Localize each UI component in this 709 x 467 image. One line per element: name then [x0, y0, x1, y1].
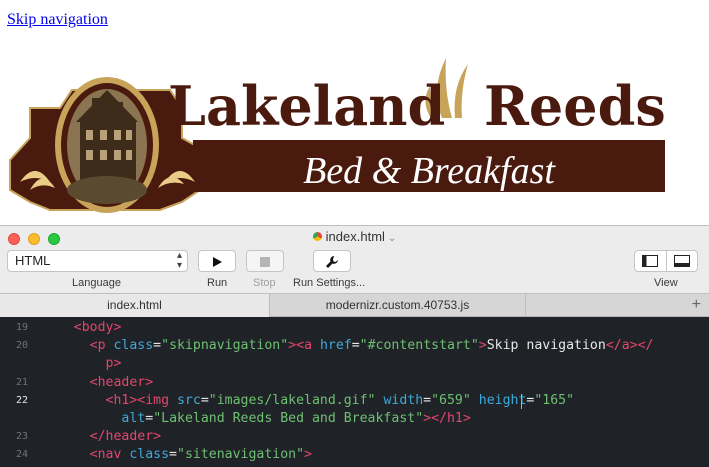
- code-token: =: [153, 338, 162, 354]
- code-line: </header>: [42, 429, 161, 444]
- code-token: class: [113, 338, 154, 354]
- window-title[interactable]: index.html ⌄: [0, 229, 709, 244]
- code-token: "165": [534, 392, 575, 408]
- code-token: class: [129, 447, 170, 463]
- tab-modernizr-js[interactable]: modernizr.custom.40753.js: [270, 294, 526, 317]
- line-number: 22: [15, 394, 28, 406]
- code-token: ></h1>: [423, 411, 471, 426]
- tab-index-html[interactable]: index.html: [0, 294, 270, 317]
- language-select-value: HTML: [15, 253, 51, 268]
- stop-icon: [260, 256, 270, 267]
- view-label: View: [654, 277, 678, 289]
- skip-navigation-link[interactable]: Skip navigation: [7, 11, 108, 29]
- stop-button[interactable]: [246, 250, 284, 272]
- code-token: height: [478, 392, 527, 408]
- code-token: =: [169, 447, 177, 463]
- line-number-gutter: 19 20 21 22 23 24: [0, 317, 42, 467]
- html-file-icon: [312, 232, 322, 242]
- code-line: <h1><img src="images/lakeland.gif" width…: [42, 392, 575, 408]
- run-button[interactable]: [198, 250, 236, 272]
- stop-label: Stop: [253, 277, 276, 289]
- tab-bar: index.html modernizr.custom.40753.js +: [0, 293, 709, 317]
- code-line: alt="Lakeland Reeds Bed and Breakfast"><…: [42, 411, 471, 426]
- code-token: alt: [121, 411, 146, 426]
- sidebar-icon: [642, 255, 659, 267]
- toggle-sidebar-button[interactable]: [635, 251, 666, 271]
- code-token: =: [200, 392, 209, 408]
- window-title-text: index.html: [325, 229, 385, 244]
- code-token: width: [383, 392, 424, 408]
- line-number: 24: [15, 449, 28, 461]
- view-toggle-group: [634, 250, 698, 272]
- code-area[interactable]: 19 20 21 22 23 24 <body> <p class="skipnaviga…: [0, 317, 709, 467]
- code-line: <body>: [42, 320, 122, 335]
- code-token: <p: [42, 338, 114, 354]
- code-token: =: [423, 392, 432, 408]
- line-number: 21: [15, 376, 28, 388]
- code-token: >: [288, 338, 297, 354]
- updown-chevron-icon: ▴ ▾: [176, 250, 182, 271]
- code-token: <h1><img: [42, 392, 177, 408]
- lakeland-reeds-logo: Lakeland Reeds Bed & Breakfast: [9, 58, 666, 213]
- line-number: 20: [15, 340, 28, 352]
- chevron-down-icon: ⌄: [387, 233, 397, 244]
- code-token: <a: [296, 338, 320, 354]
- code-editor-window: index.html ⌄ HTML ▴ ▾ Language Run Stop Ru…: [0, 225, 709, 467]
- toggle-console-button[interactable]: [665, 251, 698, 271]
- code-line: <p class="skipnavigation"><a href="#cont…: [42, 338, 654, 354]
- language-select[interactable]: HTML ▴ ▾: [7, 250, 188, 272]
- code-token: </a></: [605, 338, 654, 354]
- logo-name-right: Reeds: [484, 74, 666, 138]
- line-number: 23: [15, 431, 28, 443]
- run-label: Run: [207, 277, 228, 289]
- code-token: <header>: [42, 374, 154, 390]
- add-tab-button[interactable]: +: [692, 294, 701, 316]
- code-token: p>: [42, 356, 122, 372]
- code-token: src: [176, 392, 201, 408]
- language-label: Language: [72, 277, 121, 289]
- logo-tagline: Bed & Breakfast: [303, 150, 556, 192]
- code-token: >: [304, 447, 312, 463]
- code-token: "images/lakeland.gif": [208, 392, 376, 408]
- code-line: p>: [42, 356, 122, 372]
- code-line: <nav class="sitenavigation">: [42, 447, 312, 462]
- logo-name-left: Lakeland: [168, 74, 445, 138]
- code-token: =: [145, 411, 154, 426]
- code-token: "659": [431, 392, 471, 408]
- code-token: </header>: [42, 429, 162, 445]
- code-token: <body>: [42, 320, 122, 335]
- code-token: Skip navigation: [486, 338, 606, 354]
- run-settings-button[interactable]: [313, 250, 351, 272]
- play-icon: [213, 256, 222, 267]
- code-token: "sitenavigation": [177, 447, 305, 463]
- code-token: href: [319, 338, 352, 354]
- code-line: <header>: [42, 374, 154, 390]
- code-token: "#contentstart": [359, 338, 479, 354]
- wrench-icon: [326, 255, 338, 268]
- run-settings-label: Run Settings...: [293, 277, 366, 289]
- bottom-panel-icon: [673, 255, 690, 267]
- code-token: >: [478, 338, 487, 354]
- code-token: <nav: [42, 447, 130, 463]
- code-token: =: [351, 338, 360, 354]
- line-number: 19: [15, 322, 28, 333]
- code-token: "skipnavigation": [161, 338, 289, 354]
- code-token: "Lakeland Reeds Bed and Breakfast": [153, 411, 424, 426]
- text-caret: [521, 393, 522, 409]
